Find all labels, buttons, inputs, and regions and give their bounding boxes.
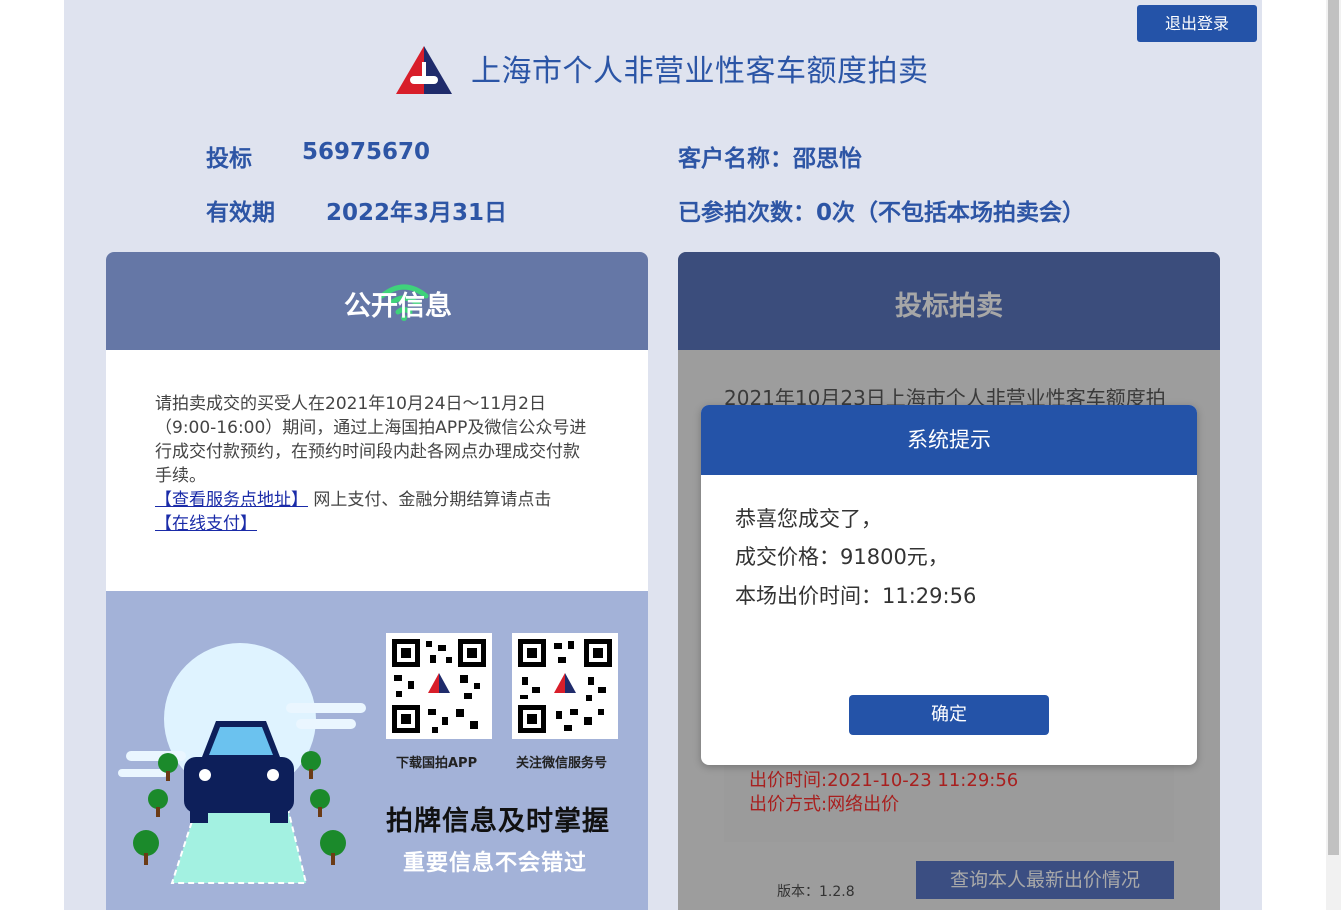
service-address-link[interactable]: 【查看服务点地址】 — [155, 490, 308, 510]
bid-time: 出价时间:2021-10-23 11:29:56 — [749, 770, 1019, 791]
bid-method: 出价方式:网络出价 — [749, 794, 900, 815]
public-info-panel: 公开信息 请拍卖成交的买受人在2021年10月24日～11月2日（9:00-16… — [106, 252, 648, 910]
app-qr-code — [386, 633, 492, 739]
auction-header: 投标拍卖 — [678, 252, 1220, 350]
auction-logo — [396, 46, 452, 94]
dialog-title: 系统提示 — [701, 405, 1197, 475]
online-payment-link[interactable]: 【在线支付】 — [155, 514, 257, 534]
public-info-header: 公开信息 — [106, 252, 648, 350]
validity-date: 2022年3月31日 — [326, 200, 508, 226]
public-notice: 请拍卖成交的买受人在2021年10月24日～11月2日（9:00-16:00）期… — [155, 392, 595, 536]
dialog-line-price: 成交价格：91800元， — [735, 545, 949, 569]
participation-count: 0次（不包括本场拍卖会） — [816, 200, 1086, 226]
validity-label: 有效期 — [206, 200, 275, 226]
logout-button[interactable]: 退出登录 — [1137, 5, 1257, 42]
customer-name-row: 客户名称：邵思怡 — [678, 139, 862, 173]
dialog-line-congrats: 恭喜您成交了， — [735, 507, 882, 531]
system-prompt-dialog: 系统提示 恭喜您成交了， 成交价格：91800元， 本场出价时间：11:29:5… — [701, 405, 1197, 765]
notice-text: 请拍卖成交的买受人在2021年10月24日～11月2日（9:00-16:00）期… — [155, 394, 587, 486]
promo-banner: 下载国拍APP 关注微信服务号 拍牌信息及时掌握 重要信息不会错过 — [106, 591, 648, 910]
scrollbar-thumb[interactable] — [1328, 0, 1339, 855]
participation-row: 已参拍次数：0次（不包括本场拍卖会） — [678, 193, 1085, 227]
confirm-button[interactable]: 确定 — [849, 695, 1049, 735]
qr-wechat-label: 关注微信服务号 — [516, 756, 608, 771]
participation-label: 已参拍次数： — [678, 200, 816, 226]
bid-number: 56975670 — [302, 139, 431, 165]
page-scrollbar[interactable] — [1326, 0, 1341, 910]
page-title: 上海市个人非营业性客车额度拍卖 — [471, 54, 929, 89]
bid-info-box: 出价时间:2021-10-23 11:29:56 出价方式:网络出价 — [724, 752, 1174, 842]
dialog-line-time: 本场出价时间：11:29:56 — [735, 584, 977, 608]
version-text: 版本：1.2.8 — [777, 884, 855, 900]
customer-name: 邵思怡 — [793, 146, 862, 172]
promo-main-text: 拍牌信息及时掌握 — [386, 806, 610, 837]
query-latest-bid-button[interactable]: 查询本人最新出价情况 — [916, 861, 1174, 899]
wechat-qr-code — [512, 633, 618, 739]
qr-app-label: 下载国拍APP — [396, 756, 478, 771]
auction-title: 投标拍卖 — [895, 291, 1003, 322]
car-road-illustration — [118, 643, 366, 884]
bid-label: 投标 — [206, 146, 252, 172]
payment-text: 网上支付、金融分期结算请点击 — [308, 490, 552, 510]
customer-name-label: 客户名称： — [678, 146, 793, 172]
public-info-title: 公开信息 — [344, 291, 452, 322]
promo-sub-text: 重要信息不会错过 — [403, 851, 588, 876]
